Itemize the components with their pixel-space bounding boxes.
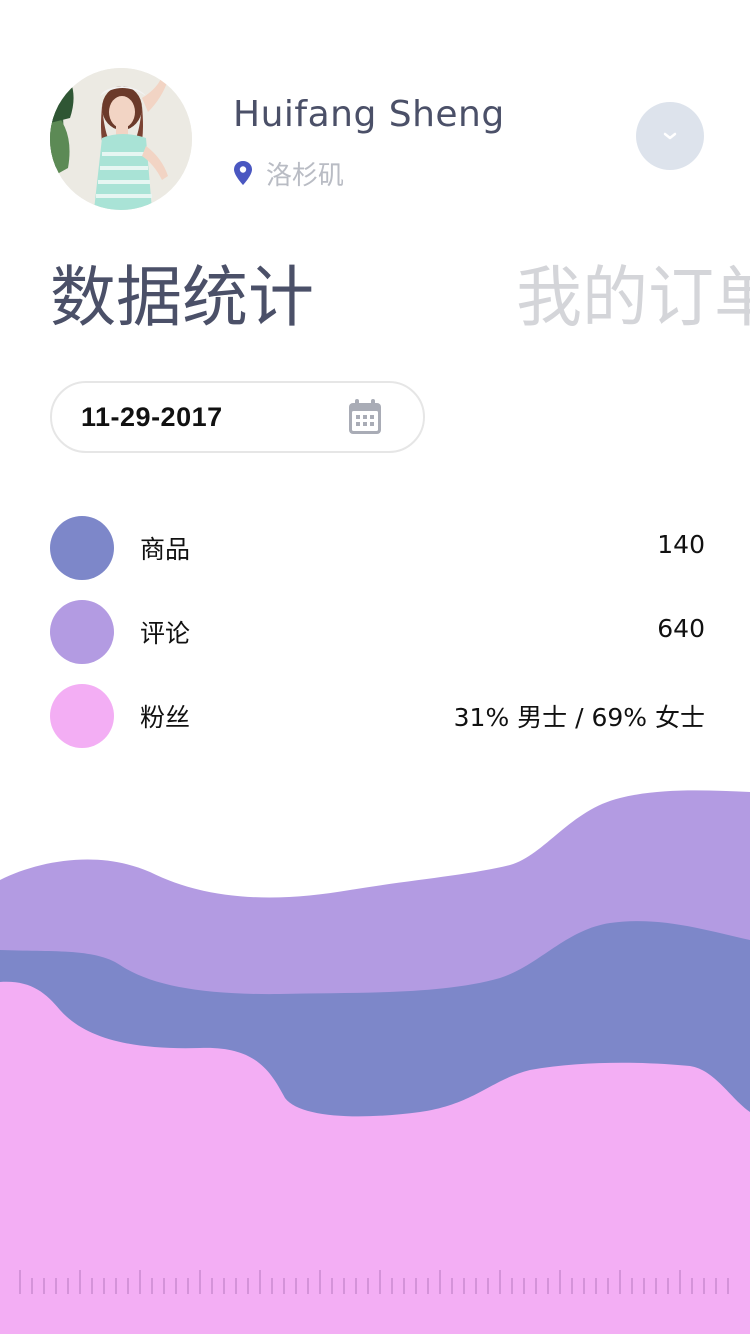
- location-text: 洛杉矶: [266, 160, 345, 191]
- stat-value-products: 140: [657, 530, 705, 559]
- user-name: Huifang Sheng: [233, 94, 505, 135]
- legend-dot-comments: [50, 600, 114, 664]
- stat-row-products: 商品 140: [50, 516, 705, 580]
- profile-dropdown-button[interactable]: [636, 102, 704, 170]
- stat-value-comments: 640: [657, 614, 705, 643]
- date-picker-field[interactable]: 11-29-2017: [50, 381, 425, 453]
- stat-label-fans: 粉丝: [140, 703, 191, 732]
- location: 洛杉矶: [233, 155, 344, 191]
- tab-my-orders[interactable]: 我的订单: [516, 258, 750, 338]
- chevron-down-icon: [663, 132, 677, 140]
- avatar[interactable]: [50, 68, 192, 210]
- map-pin-icon: [234, 161, 252, 185]
- stat-label-comments: 评论: [140, 619, 191, 648]
- legend-dot-fans: [50, 684, 114, 748]
- tab-statistics[interactable]: 数据统计: [50, 258, 314, 338]
- stat-row-comments: 评论 640: [50, 600, 705, 664]
- wave-area-chart: [0, 790, 750, 1334]
- date-value[interactable]: 11-29-2017: [81, 402, 223, 433]
- stat-value-fans: 31% 男士 / 69% 女士: [453, 703, 705, 732]
- stat-row-fans: 粉丝 31% 男士 / 69% 女士: [50, 684, 705, 748]
- calendar-icon[interactable]: [348, 399, 382, 435]
- avatar-photo: [50, 68, 192, 210]
- legend-dot-products: [50, 516, 114, 580]
- stat-label-products: 商品: [140, 535, 191, 564]
